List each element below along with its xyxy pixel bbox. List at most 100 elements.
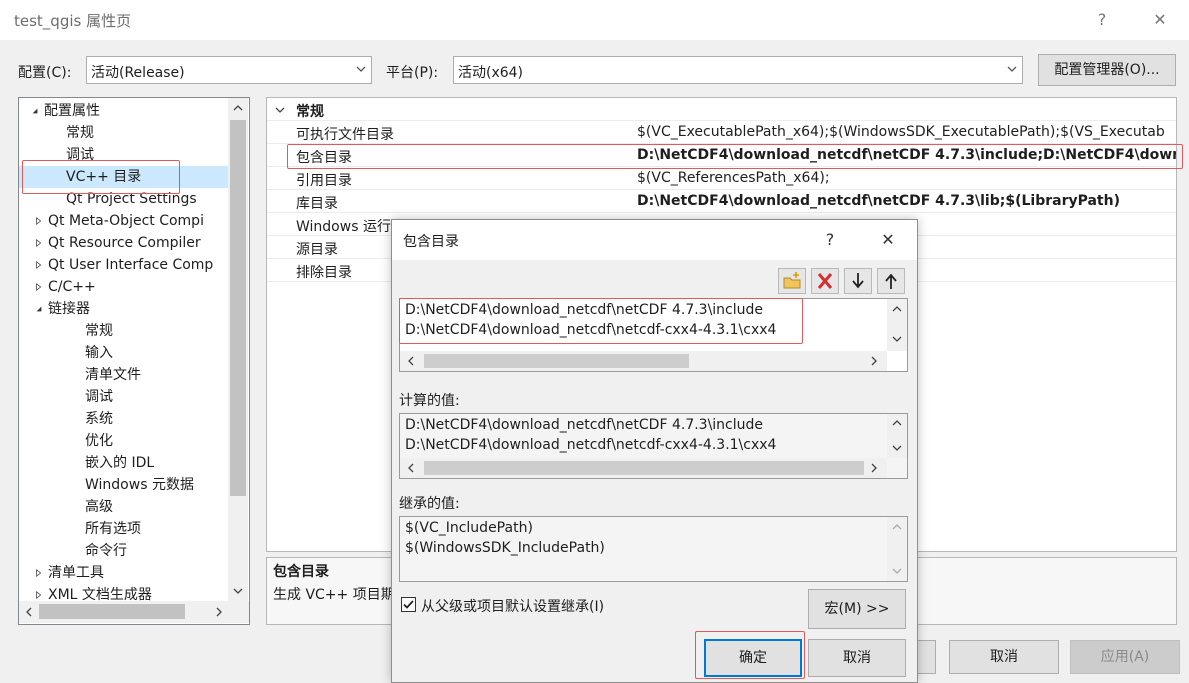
- tree-item-label: 系统: [85, 411, 113, 427]
- delete-line-button[interactable]: [811, 268, 839, 294]
- expanded-triangle-icon[interactable]: [31, 106, 39, 116]
- chevron-down-icon[interactable]: [892, 444, 902, 452]
- platform-combo-value: 活动(x64): [458, 65, 524, 81]
- tree-item-label: 链接器: [48, 301, 90, 317]
- grid-section-header[interactable]: 常规: [267, 98, 1176, 121]
- new-folder-icon: [783, 272, 801, 289]
- grid-row[interactable]: 库目录 D:\NetCDF4\download_netcdf\netCDF 4.7…: [267, 190, 1176, 213]
- grid-row[interactable]: 可执行文件目录 $(VC_ExecutablePath_x64);$(Window…: [267, 121, 1176, 144]
- close-button[interactable]: ✕: [1142, 6, 1178, 34]
- ok-highlight-box: [695, 631, 805, 679]
- editor-vertical-scrollbar[interactable]: [887, 299, 907, 351]
- inherit-checkbox[interactable]: [401, 597, 416, 612]
- grid-row-value[interactable]: $(VC_ExecutablePath_x64);$(WindowsSDK_Ex…: [637, 124, 1165, 140]
- tree-item[interactable]: Qt Meta-Object Compi: [19, 210, 229, 232]
- chevron-down-icon[interactable]: [892, 335, 902, 343]
- tree-item[interactable]: Windows 元数据: [19, 474, 229, 496]
- tree-item[interactable]: 常规: [19, 122, 229, 144]
- dialog-cancel-button[interactable]: 取消: [808, 639, 906, 677]
- expanded-triangle-icon[interactable]: [35, 304, 43, 314]
- platform-combo[interactable]: 活动(x64): [453, 56, 1023, 84]
- tree-item-label: Qt User Interface Comp: [48, 257, 214, 273]
- chevron-right-icon[interactable]: [870, 463, 878, 473]
- tree-item[interactable]: 高级: [19, 496, 229, 518]
- tree-horizontal-scrollbar[interactable]: [19, 601, 249, 623]
- tree-item[interactable]: 清单文件: [19, 364, 229, 386]
- grid-row[interactable]: 引用目录 $(VC_ReferencesPath_x64);: [267, 167, 1176, 190]
- chevron-up-icon[interactable]: [233, 104, 243, 112]
- delete-icon: [817, 273, 833, 289]
- config-combo[interactable]: 活动(Release): [86, 56, 372, 84]
- dialog-close-button[interactable]: ✕: [870, 226, 906, 254]
- chevron-left-icon[interactable]: [25, 607, 33, 617]
- editor-hscroll-thumb[interactable]: [424, 354, 689, 368]
- tree-item-label: 所有选项: [85, 521, 141, 537]
- collapsed-triangle-icon[interactable]: [35, 568, 43, 578]
- chevron-up-icon[interactable]: [892, 305, 902, 313]
- tree-hscroll-thumb[interactable]: [39, 604, 185, 619]
- editor-horizontal-scrollbar[interactable]: [400, 351, 887, 371]
- tree-item-label: Windows 元数据: [85, 477, 194, 493]
- grid-row-value[interactable]: $(VC_ReferencesPath_x64);: [637, 170, 830, 186]
- description-title: 包含目录: [273, 564, 329, 580]
- tree-item[interactable]: 清单工具: [19, 562, 229, 584]
- tree-item[interactable]: 调试: [19, 386, 229, 408]
- tree-item-label: 配置属性: [44, 103, 100, 119]
- tree-item-label: C/C++: [48, 279, 96, 295]
- grid-row-value[interactable]: D:\NetCDF4\download_netcdf\netCDF 4.7.3\…: [637, 193, 1120, 209]
- tree-vertical-scrollbar[interactable]: [228, 98, 248, 601]
- evaluated-hscroll-thumb[interactable]: [424, 461, 864, 475]
- config-manager-label: 配置管理器(O)...: [1054, 62, 1160, 78]
- collapsed-triangle-icon[interactable]: [35, 260, 43, 270]
- chevron-left-icon[interactable]: [407, 356, 415, 366]
- new-line-button[interactable]: [778, 268, 806, 294]
- move-up-button[interactable]: [877, 268, 905, 294]
- evaluated-horizontal-scrollbar[interactable]: [400, 458, 887, 478]
- evaluated-vertical-scrollbar[interactable]: [887, 414, 907, 458]
- inherited-vertical-scrollbar[interactable]: [887, 517, 907, 581]
- tree-item[interactable]: 优化: [19, 430, 229, 452]
- config-manager-button[interactable]: 配置管理器(O)...: [1038, 54, 1176, 86]
- collapsed-triangle-icon[interactable]: [35, 282, 43, 292]
- cancel-button[interactable]: 取消: [949, 640, 1059, 674]
- tree-vscroll-thumb[interactable]: [230, 120, 246, 496]
- evaluated-line: D:\NetCDF4\download_netcdf\netcdf-cxx4-4…: [405, 437, 777, 453]
- chevron-down-icon[interactable]: [275, 106, 285, 114]
- macro-button-label: 宏(M) >>: [824, 601, 890, 617]
- apply-button[interactable]: 应用(A): [1070, 640, 1180, 674]
- tree-item[interactable]: 输入: [19, 342, 229, 364]
- chevron-down-icon[interactable]: [233, 587, 243, 595]
- tree-item[interactable]: Qt Resource Compiler: [19, 232, 229, 254]
- chevron-up-icon[interactable]: [892, 419, 902, 427]
- tree-highlight-box: [22, 160, 180, 194]
- move-down-button[interactable]: [844, 268, 872, 294]
- dialog-help-button[interactable]: ?: [812, 226, 848, 254]
- collapsed-triangle-icon[interactable]: [35, 590, 43, 600]
- tree-item[interactable]: 配置属性: [19, 100, 229, 122]
- inherited-line: $(WindowsSDK_IncludePath): [405, 540, 605, 556]
- collapsed-triangle-icon[interactable]: [35, 216, 43, 226]
- tree-item[interactable]: C/C++: [19, 276, 229, 298]
- help-button[interactable]: ?: [1084, 6, 1120, 34]
- tree-item[interactable]: 常规: [19, 320, 229, 342]
- tree-item[interactable]: 链接器: [19, 298, 229, 320]
- collapsed-triangle-icon[interactable]: [35, 238, 43, 248]
- close-icon: ✕: [881, 230, 895, 249]
- checkmark-icon: [403, 600, 414, 609]
- chevron-right-icon[interactable]: [870, 356, 878, 366]
- tree-item[interactable]: 嵌入的 IDL: [19, 452, 229, 474]
- tree-item[interactable]: 所有选项: [19, 518, 229, 540]
- tree-item-label: 调试: [85, 389, 113, 405]
- macro-button[interactable]: 宏(M) >>: [808, 589, 906, 629]
- tree-item[interactable]: 命令行: [19, 540, 229, 562]
- inherited-list: $(VC_IncludePath) $(WindowsSDK_IncludePa…: [399, 516, 908, 582]
- tree-item[interactable]: Qt User Interface Comp: [19, 254, 229, 276]
- grid-section-title: 常规: [296, 104, 324, 120]
- inherit-checkbox-label[interactable]: 从父级或项目默认设置继承(I): [421, 596, 604, 616]
- chevron-down-icon[interactable]: [892, 567, 902, 575]
- chevron-left-icon[interactable]: [407, 463, 415, 473]
- tree-item[interactable]: 系统: [19, 408, 229, 430]
- chevron-up-icon[interactable]: [892, 523, 902, 531]
- tree-item-label: 优化: [85, 433, 113, 449]
- chevron-right-icon[interactable]: [215, 607, 223, 617]
